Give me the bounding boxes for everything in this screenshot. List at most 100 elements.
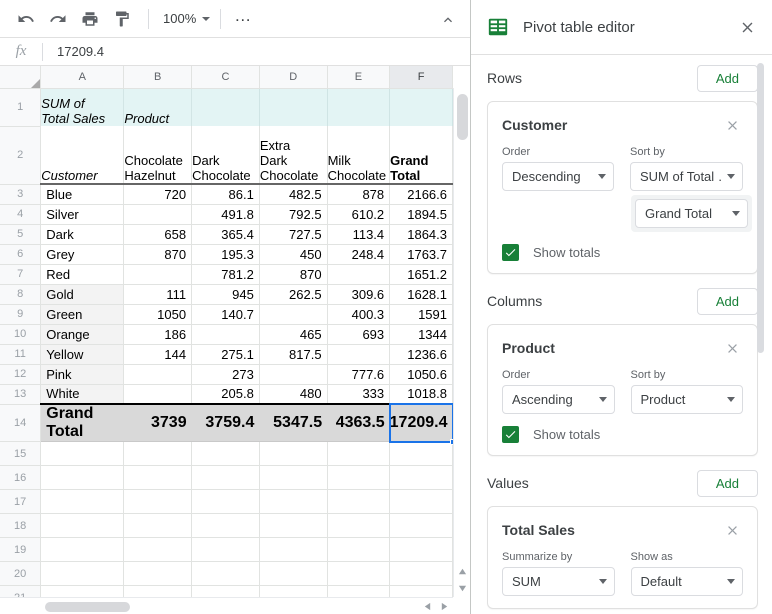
cell-header-grand-total[interactable]: Grand Total <box>389 126 453 185</box>
row-header-21[interactable]: 21 <box>0 585 42 597</box>
cell-value[interactable]: 1864.3 <box>389 224 453 245</box>
cell-banner-empty[interactable] <box>327 88 391 126</box>
cell-value[interactable]: 365.4 <box>191 224 260 245</box>
row-header-1[interactable]: 1 <box>0 88 42 127</box>
rows-sortby-select[interactable]: SUM of Total … <box>630 162 743 191</box>
paint-format-button[interactable] <box>108 5 136 33</box>
cell-empty[interactable] <box>40 585 125 597</box>
scroll-right-button[interactable] <box>436 598 453 614</box>
cell-empty[interactable] <box>191 441 260 466</box>
cell-empty[interactable] <box>327 585 391 597</box>
cell-empty[interactable] <box>389 537 453 562</box>
cell-empty[interactable] <box>389 441 453 466</box>
remove-columns-field-button[interactable] <box>721 337 743 359</box>
columns-sortby-select[interactable]: Product <box>630 385 743 414</box>
cell-value[interactable]: 465 <box>259 324 328 345</box>
cell-value[interactable]: 792.5 <box>259 204 328 225</box>
cell-empty[interactable] <box>327 513 391 538</box>
cell-empty[interactable] <box>389 489 453 514</box>
cell-f14-selected[interactable]: 17209.4 <box>389 403 453 442</box>
select-all-corner[interactable] <box>0 66 42 89</box>
cell-value[interactable]: 309.6 <box>327 284 391 305</box>
cell-customer-blue[interactable]: Blue <box>40 184 125 205</box>
cell-value[interactable] <box>327 264 391 285</box>
cell-empty[interactable] <box>327 441 391 466</box>
cell-header-product-3[interactable]: Extra Dark Chocolate <box>259 126 328 185</box>
cell-empty[interactable] <box>123 441 193 466</box>
collapse-toolbar-button[interactable] <box>436 8 460 32</box>
cell-empty[interactable] <box>191 465 260 490</box>
row-header-9[interactable]: 9 <box>0 304 42 325</box>
row-header-7[interactable]: 7 <box>0 264 42 285</box>
column-header-b[interactable]: B <box>123 66 193 89</box>
vertical-scrollbar-thumb[interactable] <box>457 94 468 140</box>
cell-customer-red[interactable]: Red <box>40 264 125 285</box>
cell-value[interactable]: 482.5 <box>259 184 328 205</box>
cell-value[interactable]: 144 <box>123 344 193 365</box>
horizontal-scrollbar-thumb[interactable] <box>45 602 130 612</box>
scroll-left-button[interactable] <box>419 598 436 614</box>
cell-value[interactable]: 113.4 <box>327 224 391 245</box>
cell-customer-pink[interactable]: Pink <box>40 364 125 385</box>
scroll-down-button[interactable] <box>454 580 470 597</box>
remove-rows-field-button[interactable] <box>721 114 743 136</box>
remove-values-field-button[interactable] <box>721 519 743 541</box>
cell-header-product-2[interactable]: Dark Chocolate <box>191 126 260 185</box>
cell-empty[interactable] <box>123 561 193 586</box>
cell-value[interactable] <box>191 324 260 345</box>
cell-value[interactable]: 248.4 <box>327 244 391 265</box>
cell-value[interactable]: 878 <box>327 184 391 205</box>
cell-value[interactable]: 1651.2 <box>389 264 453 285</box>
row-header-20[interactable]: 20 <box>0 561 42 586</box>
cell-empty[interactable] <box>123 585 193 597</box>
cell-empty[interactable] <box>191 585 260 597</box>
row-header-15[interactable]: 15 <box>0 441 42 466</box>
cell-value[interactable] <box>327 344 391 365</box>
cell-empty[interactable] <box>389 585 453 597</box>
cell-empty[interactable] <box>40 561 125 586</box>
cell-value[interactable]: 870 <box>123 244 193 265</box>
pivot-scrollbar-track[interactable] <box>757 55 768 614</box>
cell-header-product-4[interactable]: Milk Chocolate <box>327 126 391 185</box>
cell-value[interactable]: 450 <box>259 244 328 265</box>
cell-grand-total-value[interactable]: 4363.5 <box>327 403 390 442</box>
cell-empty[interactable] <box>40 465 125 490</box>
add-column-button[interactable]: Add <box>696 287 758 315</box>
cell-customer-orange[interactable]: Orange <box>40 324 125 345</box>
cell-value[interactable]: 86.1 <box>191 184 260 205</box>
cell-empty[interactable] <box>123 513 193 538</box>
cell-empty[interactable] <box>259 465 328 490</box>
cell-empty[interactable] <box>327 489 391 514</box>
cell-customer-yellow[interactable]: Yellow <box>40 344 125 365</box>
undo-button[interactable] <box>12 5 40 33</box>
column-header-a[interactable]: A <box>40 66 125 89</box>
cell-value[interactable]: 1236.6 <box>389 344 453 365</box>
row-header-10[interactable]: 10 <box>0 324 42 345</box>
cell-value[interactable]: 400.3 <box>327 304 391 325</box>
formula-input[interactable]: 17209.4 <box>43 38 470 65</box>
cell-a2-row-field[interactable]: Customer <box>40 126 125 185</box>
cell-header-product-1[interactable]: Chocolate Hazelnut <box>123 126 193 185</box>
cell-empty[interactable] <box>259 537 328 562</box>
cell-value[interactable]: 720 <box>123 184 193 205</box>
cell-banner-empty[interactable] <box>259 88 328 126</box>
row-header-13[interactable]: 13 <box>0 384 42 405</box>
row-header-6[interactable]: 6 <box>0 244 42 265</box>
cell-value[interactable] <box>123 264 193 285</box>
row-header-19[interactable]: 19 <box>0 537 42 562</box>
horizontal-scrollbar[interactable] <box>0 597 453 614</box>
cell-value[interactable]: 610.2 <box>327 204 391 225</box>
add-value-button[interactable]: Add <box>696 469 758 497</box>
cell-empty[interactable] <box>389 465 453 490</box>
cell-value[interactable]: 945 <box>191 284 260 305</box>
cell-empty[interactable] <box>191 561 260 586</box>
redo-button[interactable] <box>44 5 72 33</box>
pivot-scrollbar-thumb[interactable] <box>757 63 764 353</box>
cell-empty[interactable] <box>40 513 125 538</box>
cell-value[interactable]: 111 <box>123 284 193 305</box>
cell-customer-gold[interactable]: Gold <box>40 284 125 305</box>
cell-empty[interactable] <box>327 465 391 490</box>
cell-empty[interactable] <box>123 465 193 490</box>
cell-empty[interactable] <box>259 441 328 466</box>
cell-customer-grey[interactable]: Grey <box>40 244 125 265</box>
